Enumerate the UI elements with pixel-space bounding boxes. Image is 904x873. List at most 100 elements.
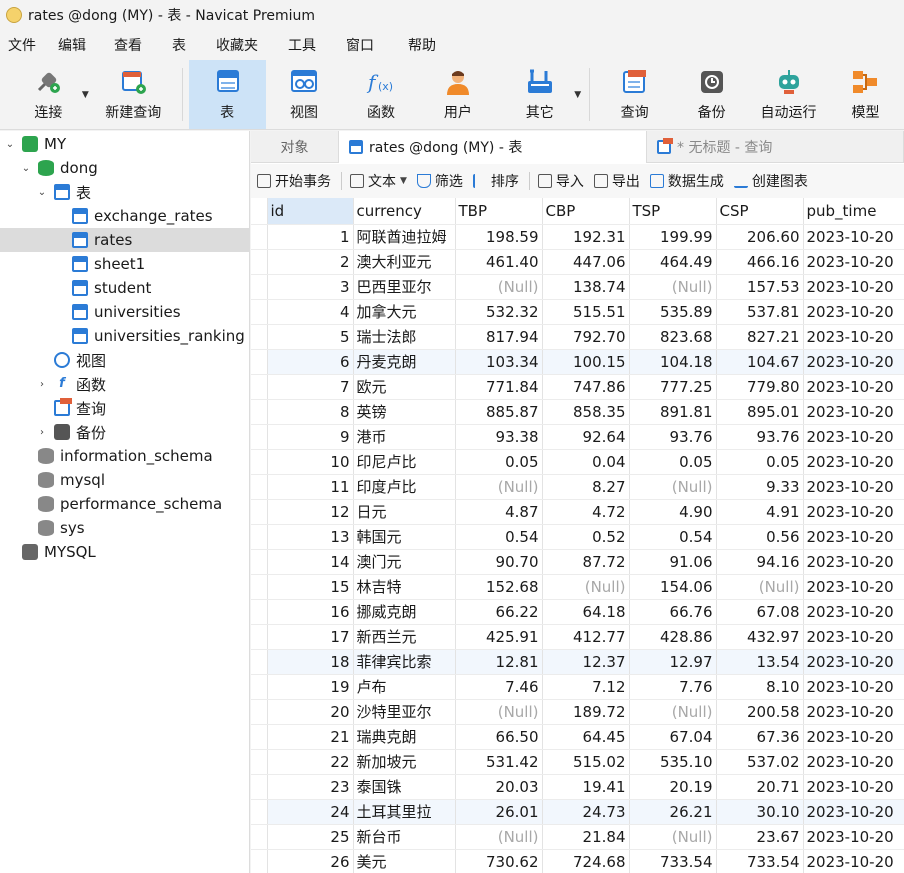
cell-tsp[interactable]: 464.49 <box>629 249 717 275</box>
row-selector[interactable] <box>251 224 268 250</box>
row-selector[interactable] <box>251 499 268 525</box>
tree-connection-mysql[interactable]: MYSQL <box>0 540 250 564</box>
tree-database-information-schema[interactable]: information_schema <box>0 444 250 468</box>
cell-currency[interactable]: 沙特里亚尔 <box>353 699 456 725</box>
cell-cbp[interactable]: 24.73 <box>542 799 630 825</box>
model-button[interactable]: 模型 <box>827 60 904 129</box>
cell-id[interactable]: 4 <box>267 299 354 325</box>
cell-currency[interactable]: 美元 <box>353 849 456 873</box>
cell-tsp[interactable]: 535.10 <box>629 749 717 775</box>
cell-pub-time[interactable]: 2023-10-20 <box>803 574 904 600</box>
cell-csp[interactable]: 23.67 <box>716 824 804 850</box>
column-header-tbp[interactable]: TBP <box>455 198 543 225</box>
cell-tbp[interactable]: 425.91 <box>455 624 543 650</box>
cell-tsp[interactable]: 0.54 <box>629 524 717 550</box>
table-row[interactable]: 16 挪威克朗 66.22 64.18 66.76 67.08 2023-10-20 <box>251 599 904 625</box>
cell-cbp[interactable]: (Null) <box>542 574 630 600</box>
cell-pub-time[interactable]: 2023-10-20 <box>803 849 904 873</box>
cell-tsp[interactable]: 67.04 <box>629 724 717 750</box>
cell-cbp[interactable]: 64.18 <box>542 599 630 625</box>
chevron-right-icon[interactable]: › <box>36 427 48 438</box>
cell-cbp[interactable]: 100.15 <box>542 349 630 375</box>
cell-currency[interactable]: 挪威克朗 <box>353 599 456 625</box>
cell-id[interactable]: 23 <box>267 774 354 800</box>
cell-csp[interactable]: 30.10 <box>716 799 804 825</box>
cell-id[interactable]: 12 <box>267 499 354 525</box>
column-header-csp[interactable]: CSP <box>716 198 804 225</box>
table-row[interactable]: 13 韩国元 0.54 0.52 0.54 0.56 2023-10-20 <box>251 524 904 550</box>
cell-id[interactable]: 17 <box>267 624 354 650</box>
tree-database-performance-schema[interactable]: performance_schema <box>0 492 250 516</box>
cell-currency[interactable]: 新台币 <box>353 824 456 850</box>
tree-table-universities-ranking[interactable]: universities_ranking <box>0 324 250 348</box>
chevron-down-icon[interactable]: ⌄ <box>20 163 32 174</box>
row-selector[interactable] <box>251 299 268 325</box>
tree-queries-group[interactable]: 查询 <box>0 396 250 420</box>
row-selector[interactable] <box>251 799 268 825</box>
cell-pub-time[interactable]: 2023-10-20 <box>803 499 904 525</box>
table-row[interactable]: 8 英镑 885.87 858.35 891.81 895.01 2023-10-20 <box>251 399 904 425</box>
cell-currency[interactable]: 印尼卢比 <box>353 449 456 475</box>
tree-database-mysql[interactable]: mysql <box>0 468 250 492</box>
cell-pub-time[interactable]: 2023-10-20 <box>803 624 904 650</box>
cell-pub-time[interactable]: 2023-10-20 <box>803 649 904 675</box>
cell-tsp[interactable]: 20.19 <box>629 774 717 800</box>
cell-pub-time[interactable]: 2023-10-20 <box>803 424 904 450</box>
row-selector[interactable] <box>251 724 268 750</box>
cell-cbp[interactable]: 12.37 <box>542 649 630 675</box>
cell-id[interactable]: 11 <box>267 474 354 500</box>
cell-csp[interactable]: 93.76 <box>716 424 804 450</box>
cell-pub-time[interactable]: 2023-10-20 <box>803 349 904 375</box>
cell-tsp[interactable]: 733.54 <box>629 849 717 873</box>
cell-id[interactable]: 3 <box>267 274 354 300</box>
cell-csp[interactable]: 432.97 <box>716 624 804 650</box>
cell-currency[interactable]: 港币 <box>353 424 456 450</box>
table-row[interactable]: 25 新台币 (Null) 21.84 (Null) 23.67 2023-10-20 <box>251 824 904 850</box>
cell-pub-time[interactable]: 2023-10-20 <box>803 749 904 775</box>
tree-database-sys[interactable]: sys <box>0 516 250 540</box>
cell-tsp[interactable]: 428.86 <box>629 624 717 650</box>
cell-currency[interactable]: 加拿大元 <box>353 299 456 325</box>
tree-backups-group[interactable]: › 备份 <box>0 420 250 444</box>
cell-tsp[interactable]: 891.81 <box>629 399 717 425</box>
cell-csp[interactable]: 104.67 <box>716 349 804 375</box>
cell-tsp[interactable]: (Null) <box>629 474 717 500</box>
automation-button[interactable]: 自动运行 <box>750 60 827 129</box>
cell-id[interactable]: 14 <box>267 549 354 575</box>
cell-cbp[interactable]: 0.04 <box>542 449 630 475</box>
cell-csp[interactable]: 537.81 <box>716 299 804 325</box>
cell-tbp[interactable]: (Null) <box>455 474 543 500</box>
data-generation-button[interactable]: 数据生成 <box>649 171 724 191</box>
cell-tsp[interactable]: 154.06 <box>629 574 717 600</box>
cell-csp[interactable]: 827.21 <box>716 324 804 350</box>
cell-tbp[interactable]: 198.59 <box>455 224 543 250</box>
row-selector[interactable] <box>251 599 268 625</box>
table-row[interactable]: 11 印度卢比 (Null) 8.27 (Null) 9.33 2023-10-20 <box>251 474 904 500</box>
cell-currency[interactable]: 新加坡元 <box>353 749 456 775</box>
cell-currency[interactable]: 英镑 <box>353 399 456 425</box>
table-row[interactable]: 15 林吉特 152.68 (Null) 154.06 (Null) 2023-10-20 <box>251 574 904 600</box>
user-button[interactable]: 用户 <box>419 60 496 129</box>
cell-currency[interactable]: 韩国元 <box>353 524 456 550</box>
cell-pub-time[interactable]: 2023-10-20 <box>803 224 904 250</box>
chevron-down-icon[interactable]: ⌄ <box>36 187 48 198</box>
cell-tbp[interactable]: 0.05 <box>455 449 543 475</box>
row-selector[interactable] <box>251 449 268 475</box>
tree-tables-group[interactable]: ⌄ 表 <box>0 180 250 204</box>
cell-pub-time[interactable]: 2023-10-20 <box>803 599 904 625</box>
connect-dropdown-icon[interactable]: ▼ <box>82 90 89 100</box>
menu-edit[interactable]: 编辑 <box>50 35 94 55</box>
table-row[interactable]: 4 加拿大元 532.32 515.51 535.89 537.81 2023-10-20 <box>251 299 904 325</box>
cell-tbp[interactable]: 66.50 <box>455 724 543 750</box>
menu-table[interactable]: 表 <box>164 35 194 55</box>
cell-tbp[interactable]: 103.34 <box>455 349 543 375</box>
cell-tbp[interactable]: (Null) <box>455 274 543 300</box>
cell-tbp[interactable]: 532.32 <box>455 299 543 325</box>
cell-currency[interactable]: 澳门元 <box>353 549 456 575</box>
cell-pub-time[interactable]: 2023-10-20 <box>803 699 904 725</box>
table-row[interactable]: 14 澳门元 90.70 87.72 91.06 94.16 2023-10-20 <box>251 549 904 575</box>
cell-cbp[interactable]: 4.72 <box>542 499 630 525</box>
table-row[interactable]: 20 沙特里亚尔 (Null) 189.72 (Null) 200.58 2023-10-2… <box>251 699 904 725</box>
cell-tbp[interactable]: 20.03 <box>455 774 543 800</box>
cell-pub-time[interactable]: 2023-10-20 <box>803 549 904 575</box>
